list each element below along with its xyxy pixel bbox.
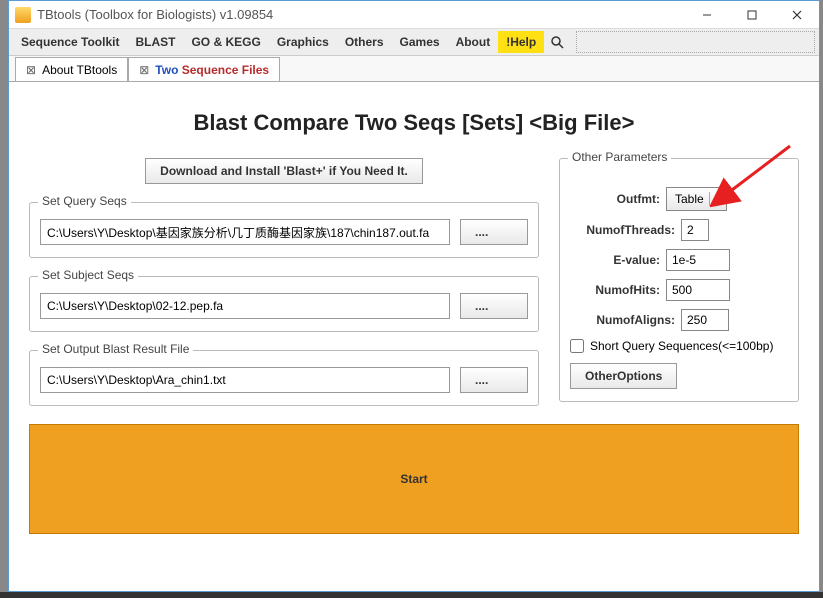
output-legend: Set Output Blast Result File <box>38 342 193 356</box>
titlebar: TBtools (Toolbox for Biologists) v1.0985… <box>9 1 819 29</box>
tab-label: Two Sequence Files <box>155 63 269 77</box>
outfmt-value: Table <box>675 192 704 206</box>
menubar: Sequence Toolkit BLAST GO & KEGG Graphic… <box>9 29 819 56</box>
other-params-legend: Other Parameters <box>568 150 671 164</box>
query-browse-button[interactable]: .... <box>460 219 528 245</box>
aligns-input[interactable] <box>681 309 729 331</box>
close-tab-icon[interactable]: ⊠ <box>139 63 149 77</box>
close-tab-icon[interactable]: ⊠ <box>26 63 36 77</box>
query-path-input[interactable] <box>40 219 450 245</box>
short-query-label: Short Query Sequences(<=100bp) <box>590 339 773 353</box>
short-query-row: Short Query Sequences(<=100bp) <box>570 339 788 353</box>
content-area: Blast Compare Two Seqs [Sets] <Big File>… <box>9 82 819 550</box>
short-query-checkbox[interactable] <box>570 339 584 353</box>
aligns-label: NumofAligns: <box>570 313 675 327</box>
minimize-button[interactable] <box>684 1 729 28</box>
output-browse-button[interactable]: .... <box>460 367 528 393</box>
page-title: Blast Compare Two Seqs [Sets] <Big File> <box>29 110 799 136</box>
other-options-button[interactable]: OtherOptions <box>570 363 677 389</box>
outfmt-label: Outfmt: <box>570 192 660 206</box>
menu-sequence-toolkit[interactable]: Sequence Toolkit <box>13 31 127 53</box>
evalue-label: E-value: <box>570 253 660 267</box>
threads-input[interactable] <box>681 219 709 241</box>
aligns-row: NumofAligns: <box>570 309 788 331</box>
start-label: Start <box>400 472 427 486</box>
subject-fieldset: Set Subject Seqs .... <box>29 276 539 332</box>
tab-label: About TBtools <box>42 63 117 77</box>
outfmt-select[interactable]: Table ▾ <box>666 187 727 211</box>
outfmt-row: Outfmt: Table ▾ <box>570 187 788 211</box>
subject-legend: Set Subject Seqs <box>38 268 138 282</box>
subject-browse-button[interactable]: .... <box>460 293 528 319</box>
other-params-fieldset: Other Parameters Outfmt: Table ▾ NumofTh… <box>559 158 799 402</box>
threads-label: NumofThreads: <box>570 223 675 237</box>
right-column: Other Parameters Outfmt: Table ▾ NumofTh… <box>559 158 799 420</box>
output-fieldset: Set Output Blast Result File .... <box>29 350 539 406</box>
window-title: TBtools (Toolbox for Biologists) v1.0985… <box>37 7 684 22</box>
evalue-input[interactable] <box>666 249 730 271</box>
app-icon <box>15 7 31 23</box>
threads-row: NumofThreads: <box>570 219 788 241</box>
close-button[interactable] <box>774 1 819 28</box>
query-fieldset: Set Query Seqs .... <box>29 202 539 258</box>
tab-two-sequence-files[interactable]: ⊠ Two Sequence Files <box>128 57 280 81</box>
hits-label: NumofHits: <box>570 283 660 297</box>
menu-others[interactable]: Others <box>337 31 392 53</box>
menu-games[interactable]: Games <box>392 31 448 53</box>
tabbar: ⊠ About TBtools ⊠ Two Sequence Files <box>9 56 819 82</box>
menu-help[interactable]: !Help <box>498 31 544 53</box>
download-blast-button[interactable]: Download and Install 'Blast+' if You Nee… <box>145 158 423 184</box>
hits-input[interactable] <box>666 279 730 301</box>
app-window: TBtools (Toolbox for Biologists) v1.0985… <box>8 0 820 592</box>
hits-row: NumofHits: <box>570 279 788 301</box>
left-column: Download and Install 'Blast+' if You Nee… <box>29 158 539 424</box>
menu-spacer <box>576 31 815 53</box>
menu-go-kegg[interactable]: GO & KEGG <box>183 31 268 53</box>
taskbar-edge <box>0 592 823 598</box>
maximize-button[interactable] <box>729 1 774 28</box>
menu-graphics[interactable]: Graphics <box>269 31 337 53</box>
menu-blast[interactable]: BLAST <box>127 31 183 53</box>
start-button[interactable]: Start <box>29 424 799 534</box>
output-path-input[interactable] <box>40 367 450 393</box>
query-legend: Set Query Seqs <box>38 194 131 208</box>
menu-about[interactable]: About <box>448 31 499 53</box>
window-controls <box>684 1 819 28</box>
evalue-row: E-value: <box>570 249 788 271</box>
chevron-down-icon: ▾ <box>709 192 722 206</box>
subject-path-input[interactable] <box>40 293 450 319</box>
tab-about-tbtools[interactable]: ⊠ About TBtools <box>15 57 128 81</box>
search-icon[interactable] <box>544 31 570 53</box>
download-row: Download and Install 'Blast+' if You Nee… <box>29 158 539 184</box>
